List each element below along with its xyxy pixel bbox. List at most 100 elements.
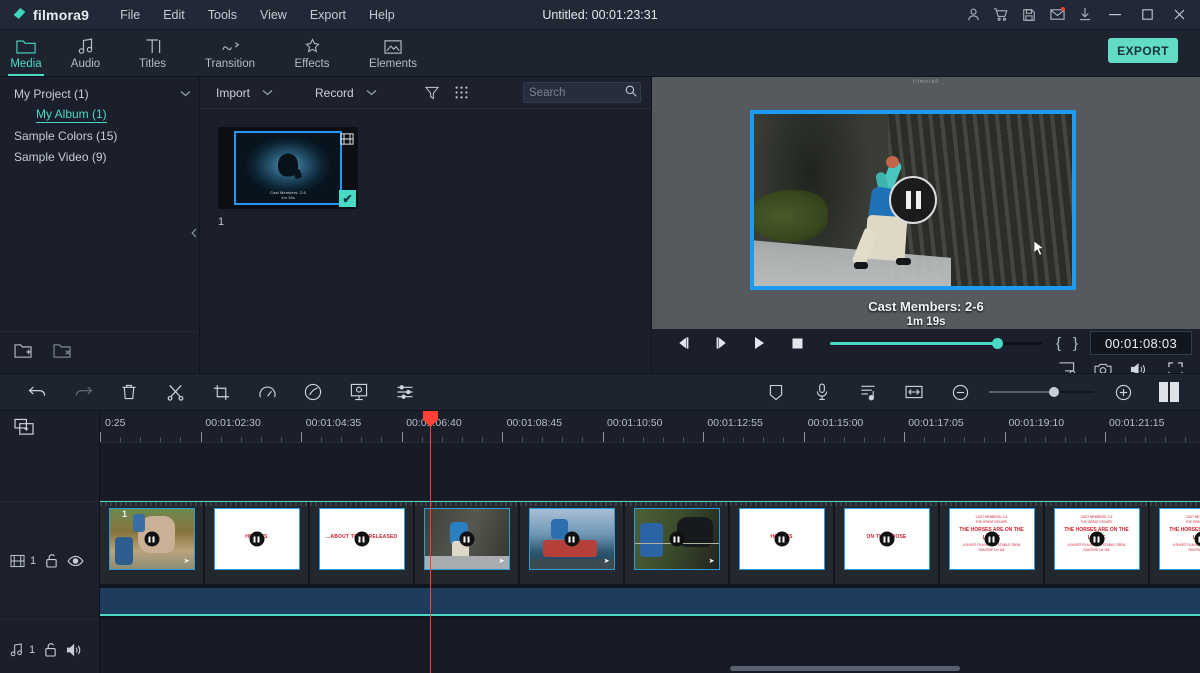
tree-item-my-album[interactable]: My Album (1) [0,104,199,125]
mail-icon[interactable] [1044,2,1070,28]
import-button[interactable]: Import [210,81,279,105]
timeline-ruler[interactable]: 0:2500:01:02:3000:01:04:3500:01:06:4000:… [100,411,1200,443]
cart-icon[interactable] [988,2,1014,28]
seek-knob[interactable] [992,337,1004,349]
tab-media[interactable]: Media [0,30,52,76]
timeline-clip[interactable]: ➤Cast Members: 2-61m 19s [520,502,623,584]
zoom-slider[interactable] [989,385,1094,399]
save-icon[interactable] [1016,2,1042,28]
chevron-down-icon[interactable] [262,88,273,98]
library-collapse-button[interactable] [189,221,199,245]
timeline-clip[interactable]: ➤Cast Members: 2-61m 19s [625,502,728,584]
close-button[interactable] [1164,0,1194,30]
tree-item-sample-video[interactable]: Sample Video (9) [0,146,199,167]
lock-icon[interactable] [44,642,57,657]
track-header-video[interactable]: 1 [0,501,99,619]
voiceover-icon[interactable] [799,377,845,407]
eye-icon[interactable] [67,555,84,567]
media-selected-check[interactable]: ✔ [339,190,356,207]
grid-view-icon[interactable] [447,81,477,105]
speed-icon[interactable] [244,377,290,407]
delete-icon[interactable] [106,377,152,407]
timeline-clip[interactable]: HORSES➤Cast Members: 2-61m 19s [205,502,308,584]
seek-slider[interactable] [830,335,1042,351]
timeline-clip[interactable]: ...ABOUT TO BE RELEASED➤Cast Members: 2-… [310,502,413,584]
filter-icon[interactable] [417,81,447,105]
green-screen-icon[interactable] [336,377,382,407]
search-icon[interactable] [625,85,637,100]
chevron-down-icon[interactable] [366,88,377,98]
media-thumbnail[interactable]: Cast Members: 2-6 1m 19s ✔ [218,127,358,209]
fit-timeline-icon[interactable] [891,377,937,407]
adjust-icon[interactable] [382,377,428,407]
timeline-scrollbar[interactable] [100,666,1200,671]
track-header-audio[interactable]: 1 [0,619,99,673]
search-box[interactable] [523,82,641,103]
tree-item-sample-colors[interactable]: Sample Colors (15) [0,125,199,146]
tab-audio[interactable]: Audio [52,30,119,76]
add-folder-icon[interactable] [14,343,33,362]
record-button[interactable]: Record [309,81,383,105]
maximize-button[interactable] [1132,0,1162,30]
timeline-scrollbar-thumb[interactable] [730,666,960,671]
media-item[interactable]: Cast Members: 2-6 1m 19s ✔ 1 [218,127,358,228]
add-track-button[interactable] [0,411,99,443]
mark-in-button[interactable]: { [1050,335,1067,352]
audio-detach-icon[interactable] [845,377,891,407]
timeline-clip[interactable]: CAST MEMBERS: 2-6THE GREAT ESCAPETHE HOR… [940,502,1043,584]
timeline-clip[interactable]: CAST MEMBERS: 2-6THE GREAT ESCAPETHE HOR… [1045,502,1148,584]
timeline-body[interactable]: 0:2500:01:02:3000:01:04:3500:01:06:4000:… [100,411,1200,673]
ruler-tick [321,437,323,442]
ruler-label: 00:01:12:55 [707,417,763,429]
timeline-clip[interactable]: ➤Cast Members: 2-61m 19s1 [100,502,203,584]
menu-view[interactable]: View [249,4,298,26]
tab-titles[interactable]: Titles [119,30,186,76]
preview-timecode[interactable]: 00:01:08:03 [1090,331,1192,355]
menu-help[interactable]: Help [358,4,406,26]
zoom-out-button[interactable] [937,377,983,407]
pause-icon[interactable] [889,176,937,224]
split-view-icon[interactable] [1152,379,1186,405]
timeline-clip[interactable]: CAST MEMBERS: 2-6THE GREAT ESCAPETHE HOR… [1150,502,1200,584]
speaker-icon[interactable] [66,643,83,657]
play-icon[interactable] [740,329,778,357]
next-frame-icon[interactable] [702,329,740,357]
export-button[interactable]: EXPORT [1108,38,1178,63]
color-icon[interactable] [290,377,336,407]
redo-icon[interactable] [60,377,106,407]
prev-frame-icon[interactable] [664,329,702,357]
preview-stage[interactable]: filmora9 Cast Members: 2-6 1m 19s [652,77,1200,329]
menu-edit[interactable]: Edit [152,4,196,26]
zoom-in-button[interactable] [1100,377,1146,407]
zoom-knob[interactable] [1049,387,1060,397]
timeline-lane-audio[interactable] [100,619,1200,673]
timeline-lane-empty[interactable] [100,443,1200,501]
chevron-down-icon[interactable] [180,89,191,99]
timeline-clip[interactable]: ON THE LOOSE➤Cast Members: 2-61m 19s [835,502,938,584]
stop-icon[interactable] [778,329,816,357]
download-icon[interactable] [1072,2,1098,28]
tab-effects[interactable]: Effects [274,30,350,76]
lock-icon[interactable] [45,553,58,568]
timeline-lane-video[interactable]: ➤Cast Members: 2-61m 19s1HORSES➤Cast Mem… [100,501,1200,619]
undo-icon[interactable] [14,377,60,407]
ruler-tick [1084,437,1086,442]
split-scissors-icon[interactable] [152,377,198,407]
minimize-button[interactable] [1100,0,1130,30]
search-input[interactable] [529,86,621,99]
menu-export[interactable]: Export [299,4,357,26]
audio-waveform-band[interactable] [100,588,1200,616]
menu-tools[interactable]: Tools [197,4,248,26]
mark-out-button[interactable]: } [1067,335,1084,352]
tab-transition[interactable]: Transition [186,30,274,76]
timeline-clip[interactable]: HORSES➤Cast Members: 2-61m 19s [730,502,833,584]
marker-icon[interactable] [753,377,799,407]
clip-strip: ➤Cast Members: 2-61m 19s1HORSES➤Cast Mem… [100,502,1200,584]
playhead[interactable] [423,411,438,673]
tree-item-my-project[interactable]: My Project (1) [0,83,199,104]
crop-icon[interactable] [198,377,244,407]
tab-elements[interactable]: Elements [350,30,436,76]
menu-file[interactable]: File [109,4,151,26]
account-icon[interactable] [960,2,986,28]
remove-folder-icon[interactable] [53,343,72,362]
